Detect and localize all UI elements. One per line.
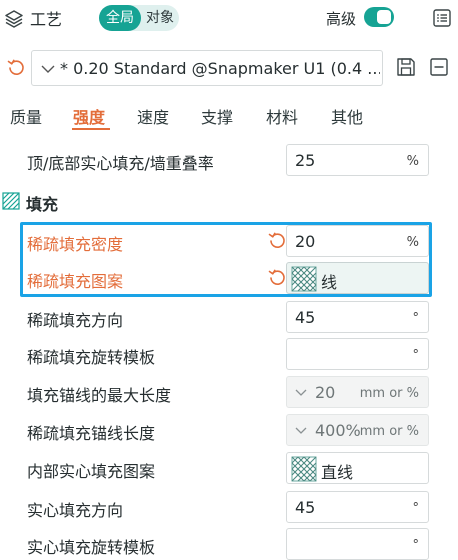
infill-direction-input[interactable]: 45 ° xyxy=(286,301,429,333)
tab-support[interactable]: 支撑 xyxy=(201,104,233,128)
setting-row: 实心填充旋转模板 ° xyxy=(0,526,458,560)
list-icon[interactable] xyxy=(432,8,452,28)
setting-row: 实心填充方向 45 ° xyxy=(0,489,458,525)
field-unit: ° xyxy=(412,311,420,326)
save-icon[interactable] xyxy=(395,56,417,78)
infill-icon xyxy=(2,192,20,210)
setting-row: 稀疏填充方向 45 ° xyxy=(0,299,458,335)
field-unit: ° xyxy=(412,538,420,553)
tab-strength[interactable]: 强度 xyxy=(73,104,105,128)
preset-row: * 0.20 Standard @Snapmaker U1 (0.4 ... xyxy=(0,48,458,88)
setting-label: 稀疏填充方向 xyxy=(27,311,124,330)
chevron-down-icon xyxy=(295,389,307,396)
rectilinear-pattern-icon xyxy=(291,456,317,482)
advanced-label: 高级 xyxy=(326,10,357,28)
anchor-max-length-combo[interactable]: 20 mm or % xyxy=(286,376,429,408)
preset-name: * 0.20 Standard @Snapmaker U1 (0.4 ... xyxy=(60,59,380,78)
selection-highlight xyxy=(20,222,432,297)
scope-global-button[interactable]: 全局 xyxy=(99,5,141,31)
setting-row: 顶/底部实心填充/墙重叠率 25 % xyxy=(0,142,458,178)
solid-infill-rotate-template-input[interactable]: ° xyxy=(286,528,429,560)
scope-switch[interactable]: 全局 对象 xyxy=(99,5,179,31)
field-value: 20 xyxy=(315,383,336,402)
field-value: 45 xyxy=(295,498,316,517)
setting-label: 稀疏填充旋转模板 xyxy=(27,348,156,367)
field-unit: mm or % xyxy=(359,424,419,439)
setting-label: 顶/底部实心填充/墙重叠率 xyxy=(27,154,214,173)
advanced-toggle[interactable] xyxy=(364,7,394,27)
infill-section-header: 填充 xyxy=(0,188,458,216)
tab-speed[interactable]: 速度 xyxy=(137,104,169,128)
tab-quality[interactable]: 质量 xyxy=(10,104,42,128)
setting-row: 稀疏填充锚线长度 400% mm or % xyxy=(0,412,458,448)
overlap-input[interactable]: 25 % xyxy=(286,144,429,176)
active-tab-indicator xyxy=(72,128,110,130)
setting-label: 填充锚线的最大长度 xyxy=(27,386,172,405)
setting-label: 内部实心填充图案 xyxy=(27,462,156,481)
field-unit: mm or % xyxy=(359,386,419,401)
field-unit: ° xyxy=(412,348,420,363)
tab-material[interactable]: 材料 xyxy=(266,104,298,128)
anchor-length-combo[interactable]: 400% mm or % xyxy=(286,414,429,446)
reset-icon[interactable] xyxy=(6,57,26,77)
field-value: 25 xyxy=(295,151,316,170)
chevron-down-icon xyxy=(41,65,55,73)
layers-icon xyxy=(5,10,23,28)
solid-infill-direction-input[interactable]: 45 ° xyxy=(286,491,429,523)
tab-bar: 质量 强度 速度 支撑 材料 其他 xyxy=(0,100,458,132)
chevron-down-icon xyxy=(295,427,307,434)
collapse-icon[interactable] xyxy=(428,56,450,78)
top-bar: 工艺 全局 对象 高级 xyxy=(0,0,458,36)
setting-row: 内部实心填充图案 直线 xyxy=(0,450,458,486)
field-unit: % xyxy=(406,154,419,169)
tab-others[interactable]: 其他 xyxy=(331,104,363,128)
toggle-knob xyxy=(377,10,391,24)
panel-title: 工艺 xyxy=(30,10,63,29)
solid-infill-pattern-select[interactable]: 直线 xyxy=(286,452,429,484)
setting-row: 稀疏填充旋转模板 ° xyxy=(0,336,458,372)
field-value: 直线 xyxy=(321,463,354,482)
setting-label: 实心填充旋转模板 xyxy=(27,538,156,557)
scope-object-button[interactable]: 对象 xyxy=(141,5,179,31)
setting-row: 填充锚线的最大长度 20 mm or % xyxy=(0,374,458,410)
field-unit: ° xyxy=(412,501,420,516)
field-value: 45 xyxy=(295,308,316,327)
setting-label: 实心填充方向 xyxy=(27,501,124,520)
field-value: 400% xyxy=(315,421,361,440)
setting-label: 稀疏填充锚线长度 xyxy=(27,424,156,443)
section-title: 填充 xyxy=(26,195,59,214)
preset-select[interactable]: * 0.20 Standard @Snapmaker U1 (0.4 ... xyxy=(31,50,383,86)
infill-rotate-template-input[interactable]: ° xyxy=(286,338,429,370)
